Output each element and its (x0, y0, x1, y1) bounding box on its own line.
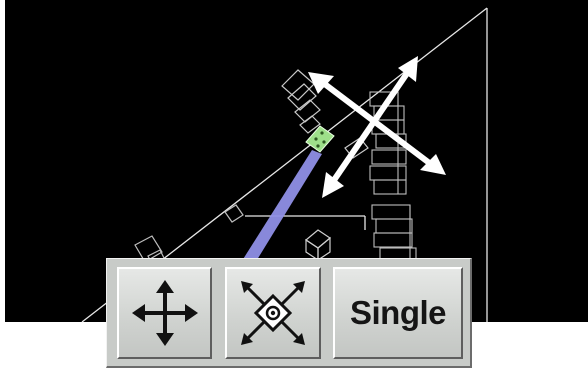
app-window: Single (0, 0, 588, 369)
transform-toolbar: Single (106, 258, 472, 368)
scale-rotate-icon (241, 281, 305, 345)
scale-rotate-button[interactable] (225, 267, 321, 359)
single-mode-label: Single (349, 294, 447, 331)
floor-object-wireframe (304, 229, 332, 262)
move-arrows-icon (131, 280, 198, 346)
move-button[interactable] (117, 267, 212, 359)
single-mode-button[interactable]: Single (333, 267, 463, 359)
transform-gizmo-arrows[interactable] (308, 56, 446, 198)
